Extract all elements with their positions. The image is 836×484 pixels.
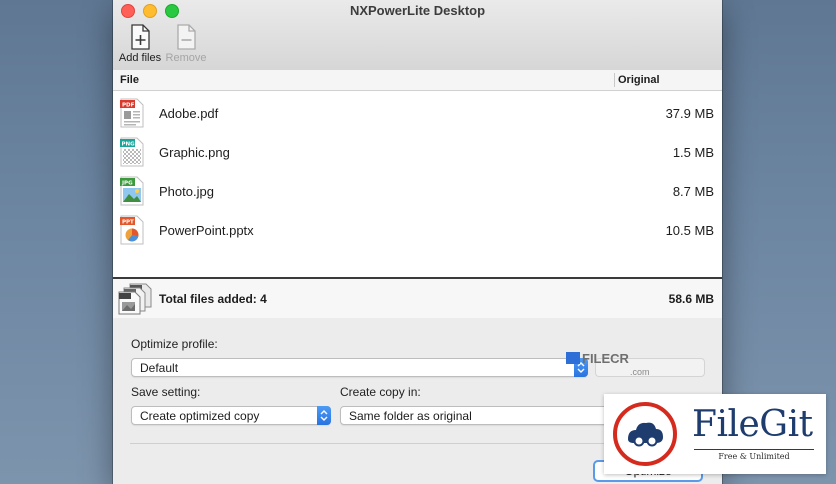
total-files-label: Total files added: 4 xyxy=(159,292,267,306)
chevron-updown-icon xyxy=(317,406,331,425)
file-name: PowerPoint.pptx xyxy=(159,223,254,238)
optimize-profile-value: Default xyxy=(140,361,179,375)
png-file-icon: PNG xyxy=(120,137,144,167)
file-size: 8.7 MB xyxy=(672,184,714,199)
filegit-watermark-tag: Free & Unlimited xyxy=(694,449,814,461)
save-setting-label: Save setting: xyxy=(131,385,201,399)
svg-text:JPG: JPG xyxy=(121,181,133,187)
column-header-original[interactable]: Original xyxy=(618,74,660,86)
file-name: Photo.jpg xyxy=(159,184,214,199)
column-separator[interactable] xyxy=(614,73,615,87)
remove-file-icon xyxy=(177,24,196,50)
title-bar: NXPowerLite Desktop Add files Remove xyxy=(113,0,722,71)
file-row-adobe-pdf[interactable]: PDF Adobe.pdf 37.9 MB xyxy=(113,93,722,132)
svg-text:PPT: PPT xyxy=(122,220,134,226)
file-row-powerpoint-pptx[interactable]: PPT PowerPoint.pptx 10.5 MB xyxy=(113,210,722,249)
file-size: 37.9 MB xyxy=(665,106,714,121)
column-header-file[interactable]: File xyxy=(120,74,139,86)
optimize-profile-label: Optimize profile: xyxy=(131,337,218,351)
total-size: 58.6 MB xyxy=(668,292,714,306)
svg-text:PDF: PDF xyxy=(122,103,135,109)
save-setting-select[interactable]: Create optimized copy xyxy=(131,406,331,425)
filegit-watermark-name: FileGit xyxy=(692,404,813,445)
add-files-button[interactable]: Add files xyxy=(117,24,163,64)
save-setting-value: Create optimized copy xyxy=(140,409,260,423)
filegit-watermark: FileGit Free & Unlimited xyxy=(604,394,826,474)
filecr-watermark-text: FILECR xyxy=(582,351,629,366)
remove-label: Remove xyxy=(165,52,207,64)
pdf-file-icon: PDF xyxy=(120,98,144,128)
create-copy-in-label: Create copy in: xyxy=(340,385,421,399)
create-copy-in-value: Same folder as original xyxy=(349,409,472,423)
filecr-watermark: FILECR xyxy=(566,351,629,366)
file-row-graphic-png[interactable]: PNG Graphic.png 1.5 MB xyxy=(113,132,722,171)
jpg-file-icon: JPG xyxy=(120,176,144,206)
filecr-watermark-sub: .com xyxy=(630,367,650,377)
optimize-profile-select[interactable]: Default xyxy=(131,358,588,377)
svg-text:PNG: PNG xyxy=(122,142,136,148)
window-title: NXPowerLite Desktop xyxy=(349,3,486,18)
file-list: PDF Adobe.pdf 37.9 MB PNG Graphic.png 1.… xyxy=(113,91,722,277)
create-copy-in-select[interactable]: Same folder as original xyxy=(340,406,612,425)
total-summary-bar: Total files added: 4 58.6 MB xyxy=(113,277,722,320)
file-name: Graphic.png xyxy=(159,145,230,160)
add-files-label: Add files xyxy=(118,52,162,64)
ppt-file-icon: PPT xyxy=(120,215,144,245)
filecr-logo-icon xyxy=(566,352,580,364)
file-list-header: File Original xyxy=(113,70,722,91)
add-file-icon xyxy=(131,24,150,50)
filegit-logo-icon xyxy=(613,402,677,466)
remove-button[interactable]: Remove xyxy=(163,24,209,64)
file-size: 1.5 MB xyxy=(672,145,714,160)
file-row-photo-jpg[interactable]: JPG Photo.jpg 8.7 MB xyxy=(113,171,722,210)
file-stack-icon xyxy=(118,283,152,315)
file-name: Adobe.pdf xyxy=(159,106,219,121)
file-size: 10.5 MB xyxy=(665,223,714,238)
